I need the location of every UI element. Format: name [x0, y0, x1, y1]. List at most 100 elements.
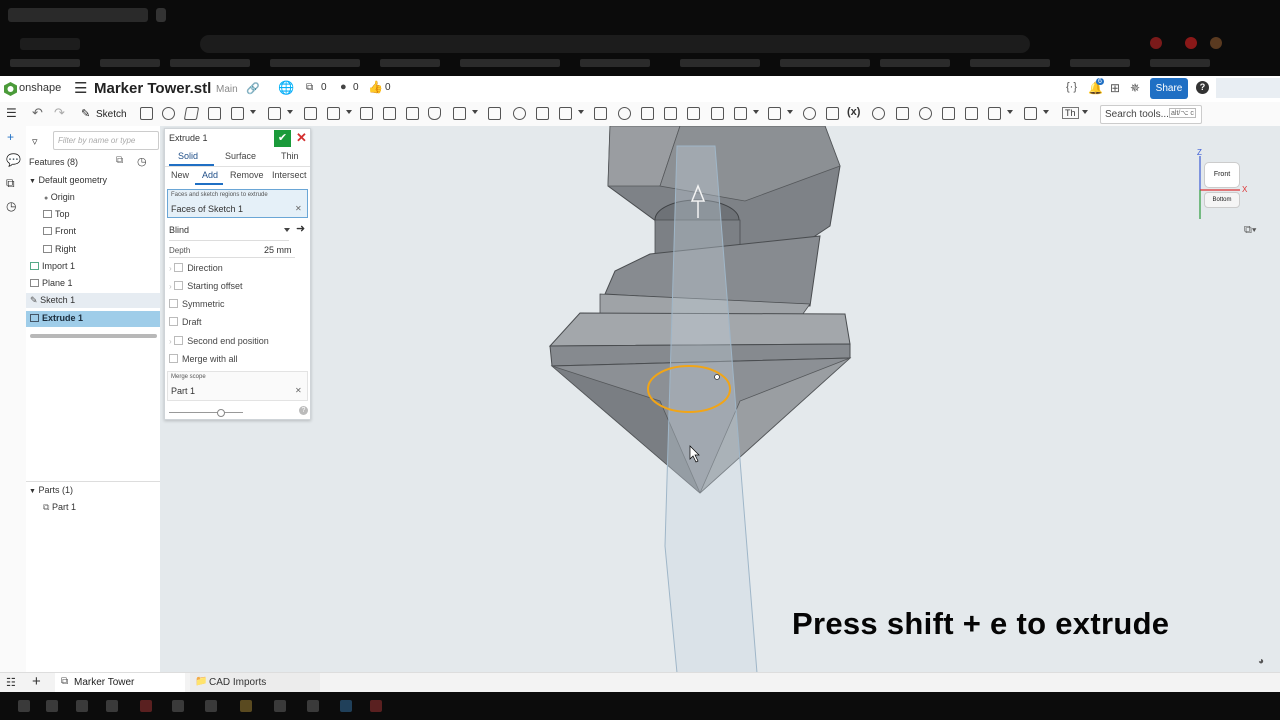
add-folder-icon[interactable]: ⧉	[116, 155, 123, 166]
view-cube[interactable]: Z X Front Bottom	[1192, 144, 1252, 224]
end-type-select[interactable]: Blind	[169, 225, 189, 235]
surface-icon[interactable]	[965, 107, 978, 120]
extension-icon[interactable]	[1185, 37, 1197, 49]
redo-icon[interactable]: ↷	[54, 105, 65, 121]
help-icon[interactable]: ?	[1196, 81, 1209, 94]
model-view[interactable]	[160, 126, 1280, 672]
tree-parts-header[interactable]: ▼ Parts (1)	[29, 483, 73, 498]
feature-list-toggle-icon[interactable]: ☰	[6, 106, 17, 120]
tab-marker-tower[interactable]: ⧉ Marker Tower	[55, 673, 185, 694]
tab-thin[interactable]: Thin	[281, 151, 299, 161]
cylinder-icon[interactable]	[428, 107, 441, 120]
symmetric-row[interactable]: Symmetric	[169, 299, 225, 309]
thicken-icon[interactable]	[231, 107, 244, 120]
parts-icon[interactable]: ⧉	[6, 176, 15, 191]
plane-icon[interactable]	[711, 107, 724, 120]
history-icon[interactable]: ◷	[6, 199, 16, 213]
comments-icon[interactable]: 💬	[6, 153, 21, 167]
versions-icon[interactable]: ⧉	[306, 82, 313, 93]
search-tools-input[interactable]: Search tools... alt/⌥ c	[1100, 105, 1202, 124]
code-braces-icon[interactable]: {·}	[1066, 81, 1077, 93]
chevron-down-icon[interactable]	[787, 110, 793, 114]
draft-row[interactable]: Draft	[169, 317, 202, 327]
taskbar-app-icon[interactable]	[140, 700, 152, 712]
boolean-icon[interactable]	[513, 107, 526, 120]
mirror-icon[interactable]	[488, 107, 501, 120]
close-tab-icon[interactable]	[156, 8, 166, 22]
variable-icon[interactable]: (x)	[847, 106, 860, 118]
draft-icon[interactable]	[327, 107, 340, 120]
view-cube-bottom-face[interactable]: Bottom	[1204, 192, 1240, 208]
flip-direction-icon[interactable]: ➜	[296, 222, 305, 235]
helix-icon[interactable]	[768, 107, 781, 120]
split-icon[interactable]	[536, 107, 549, 120]
opacity-slider-track[interactable]	[169, 412, 243, 413]
tree-part-1[interactable]: ⧉ Part 1	[43, 500, 76, 515]
second-end-row[interactable]: › Second end position	[169, 336, 269, 346]
learning-icon[interactable]: ✵	[1130, 81, 1140, 95]
second-end-checkbox[interactable]	[174, 336, 184, 345]
link-icon[interactable]: 🔗	[246, 82, 260, 95]
revolve-icon[interactable]	[162, 107, 175, 120]
transform-icon[interactable]	[559, 107, 572, 120]
starting-offset-checkbox[interactable]	[174, 281, 184, 290]
like-icon[interactable]: 👍	[368, 80, 383, 94]
confirm-check-icon[interactable]: ✔	[274, 130, 291, 147]
opacity-slider-handle[interactable]	[217, 409, 225, 417]
tab-manager-icon[interactable]: ☷	[6, 676, 16, 689]
onshape-logo-icon[interactable]	[4, 82, 17, 96]
nav-buttons[interactable]	[20, 38, 80, 50]
view-cube-front-face[interactable]: Front	[1204, 162, 1240, 188]
taskbar-app-icon[interactable]	[46, 700, 58, 712]
branches-icon[interactable]: ●	[340, 81, 347, 93]
text-tool-icon[interactable]: Th	[1062, 107, 1079, 119]
add-icon[interactable]: +	[7, 130, 14, 144]
move-face-icon[interactable]	[641, 107, 654, 120]
merge-scope-box[interactable]: Merge scope Part 1 ✕	[167, 371, 308, 401]
chevron-down-icon[interactable]	[753, 110, 759, 114]
custom-feature-icon[interactable]	[1024, 107, 1037, 120]
taskbar-app-icon[interactable]	[205, 700, 217, 712]
browser-tab[interactable]	[8, 8, 148, 22]
add-tab-icon[interactable]: +	[32, 673, 41, 690]
starting-offset-row[interactable]: › Starting offset	[169, 281, 243, 291]
tab-surface[interactable]: Surface	[225, 151, 256, 161]
draft-checkbox[interactable]	[169, 317, 178, 326]
op-add[interactable]: Add	[202, 170, 218, 180]
taskbar-app-icon[interactable]	[274, 700, 286, 712]
extension-icon[interactable]	[1150, 37, 1162, 49]
section-icon[interactable]	[826, 107, 839, 120]
merge-all-checkbox[interactable]	[169, 354, 178, 363]
chevron-down-icon[interactable]	[284, 228, 290, 232]
direction-row[interactable]: › Direction	[169, 263, 223, 273]
address-bar[interactable]	[200, 35, 1030, 53]
chevron-down-icon[interactable]	[472, 110, 478, 114]
extrude-icon[interactable]	[140, 107, 153, 120]
share-button[interactable]: Share	[1150, 78, 1188, 99]
chevron-down-icon[interactable]	[1082, 110, 1088, 114]
symmetric-checkbox[interactable]	[169, 299, 178, 308]
tree-item-sketch[interactable]: ✎ Sketch 1	[30, 293, 75, 308]
start-icon[interactable]	[18, 700, 30, 712]
taskbar-app-icon[interactable]	[76, 700, 88, 712]
selection-box[interactable]: Faces and sketch regions to extrude Face…	[167, 189, 308, 218]
rollback-bar[interactable]	[30, 334, 157, 338]
chevron-down-icon[interactable]	[578, 110, 584, 114]
tree-item-right[interactable]: Right	[43, 242, 76, 257]
graphics-viewport[interactable]: Z X Front Bottom ⧉▾ ◕	[160, 126, 1280, 672]
enclose-icon[interactable]	[942, 107, 955, 120]
merge-all-row[interactable]: Merge with all	[169, 354, 238, 364]
chevron-down-icon[interactable]	[1043, 110, 1049, 114]
taskbar-app-icon[interactable]	[106, 700, 118, 712]
frame-icon[interactable]	[919, 107, 932, 120]
direction-checkbox[interactable]	[174, 263, 184, 272]
op-new[interactable]: New	[171, 170, 189, 180]
chevron-down-icon[interactable]	[250, 110, 256, 114]
taskbar-app-icon[interactable]	[240, 700, 252, 712]
chevron-down-icon[interactable]	[346, 110, 352, 114]
taskbar-app-icon[interactable]	[370, 700, 382, 712]
rollback-icon[interactable]: ◷	[137, 155, 147, 168]
view-mode-icon[interactable]: ◕	[1258, 656, 1264, 667]
hole-icon[interactable]	[406, 107, 419, 120]
shell-icon[interactable]	[383, 107, 396, 120]
